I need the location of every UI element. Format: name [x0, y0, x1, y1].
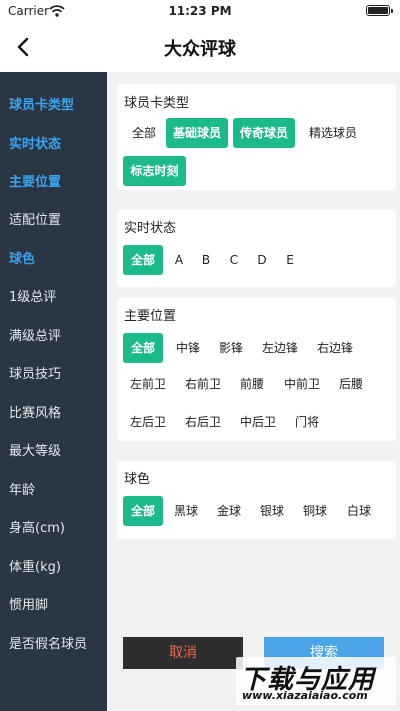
clock: 11:23 PM: [168, 4, 232, 18]
status-section: 实时状态 全部 A B C D E: [117, 210, 396, 287]
battery-icon: [366, 5, 393, 16]
chip-position-ss[interactable]: 影锋: [214, 333, 248, 363]
section-title: 实时状态: [124, 221, 177, 236]
chip-position-rm[interactable]: 右前卫: [180, 369, 226, 399]
filter-panel: 球员卡类型 全部 基础球员 传奇球员 精选球员 标志时刻 实时状态 全部 A B…: [107, 72, 400, 711]
sidebar-item-play-style[interactable]: 比赛风格: [9, 402, 61, 421]
sidebar-item-ball-color[interactable]: 球色: [9, 248, 35, 267]
chip-card-type-legend[interactable]: 传奇球员: [233, 118, 295, 148]
ball-color-section: 球色 全部 黑球 金球 银球 铜球 白球: [117, 461, 396, 539]
chip-position-cf[interactable]: 中锋: [171, 333, 205, 363]
chip-position-all[interactable]: 全部: [123, 333, 163, 363]
chip-card-type-all[interactable]: 全部: [124, 118, 164, 148]
chip-status-e[interactable]: E: [280, 245, 300, 275]
page-title: 大众评球: [164, 39, 236, 60]
chip-card-type-select[interactable]: 精选球员: [300, 118, 366, 148]
chip-color-black[interactable]: 黑球: [169, 496, 203, 526]
sidebar-item-fit-position[interactable]: 适配位置: [9, 209, 61, 228]
chip-position-gk[interactable]: 门将: [290, 407, 324, 437]
chip-position-dm[interactable]: 后腰: [334, 369, 368, 399]
chip-status-c[interactable]: C: [224, 245, 244, 275]
sidebar-item-level1-rating[interactable]: 1级总评: [9, 286, 56, 305]
sidebar-item-height[interactable]: 身高(cm): [9, 517, 65, 536]
section-title: 球员卡类型: [124, 96, 190, 111]
chip-status-b[interactable]: B: [196, 245, 216, 275]
watermark-url: www.xiazaiaiao.com: [242, 689, 368, 702]
chip-position-lw[interactable]: 左边锋: [257, 333, 303, 363]
section-title: 球色: [124, 472, 151, 487]
sidebar-item-position[interactable]: 主要位置: [9, 171, 61, 190]
sidebar-item-status[interactable]: 实时状态: [9, 133, 61, 152]
sidebar: 球员卡类型 实时状态 主要位置 适配位置 球色 1级总评 满级总评 球员技巧 比…: [0, 72, 107, 711]
chip-color-white[interactable]: 白球: [342, 496, 376, 526]
chip-position-am[interactable]: 前腰: [235, 369, 269, 399]
sidebar-item-foot[interactable]: 惯用脚: [9, 594, 48, 613]
status-bar: Carrier 11:23 PM: [0, 0, 400, 22]
chip-color-all[interactable]: 全部: [123, 496, 163, 526]
sidebar-item-fake-name[interactable]: 是否假名球员: [9, 633, 87, 652]
sidebar-item-max-level[interactable]: 最大等级: [9, 440, 61, 459]
chip-color-gold[interactable]: 金球: [212, 496, 246, 526]
chip-position-rb[interactable]: 右后卫: [180, 407, 226, 437]
chip-card-type-iconic[interactable]: 标志时刻: [123, 156, 186, 186]
sidebar-item-skills[interactable]: 球员技巧: [9, 363, 61, 382]
chip-color-silver[interactable]: 银球: [255, 496, 289, 526]
watermark-logo: 下载与应用 www.xiazaiaiao.com: [236, 657, 396, 705]
chip-status-all[interactable]: 全部: [123, 245, 163, 275]
sidebar-item-age[interactable]: 年龄: [9, 479, 35, 498]
chip-position-lm[interactable]: 左前卫: [125, 369, 171, 399]
chip-position-rw[interactable]: 右边锋: [312, 333, 358, 363]
cancel-button[interactable]: 取消: [123, 637, 243, 669]
position-section: 主要位置 全部 中锋 影锋 左边锋 右边锋 左前卫 右前卫 前腰 中前卫 后腰 …: [117, 298, 396, 441]
chip-color-bronze[interactable]: 铜球: [298, 496, 332, 526]
chip-position-cb[interactable]: 中后卫: [235, 407, 281, 437]
chip-card-type-basic[interactable]: 基础球员: [166, 118, 228, 148]
sidebar-item-card-type[interactable]: 球员卡类型: [9, 94, 74, 113]
chip-position-cm[interactable]: 中前卫: [279, 369, 325, 399]
chip-status-a[interactable]: A: [169, 245, 189, 275]
chip-position-lb[interactable]: 左后卫: [125, 407, 171, 437]
nav-bar: 大众评球: [0, 22, 400, 72]
chip-status-d[interactable]: D: [252, 245, 272, 275]
section-title: 主要位置: [124, 309, 177, 324]
sidebar-item-max-rating[interactable]: 满级总评: [9, 325, 61, 344]
sidebar-item-weight[interactable]: 体重(kg): [9, 556, 61, 575]
card-type-section: 球员卡类型 全部 基础球员 传奇球员 精选球员 标志时刻: [117, 84, 396, 190]
